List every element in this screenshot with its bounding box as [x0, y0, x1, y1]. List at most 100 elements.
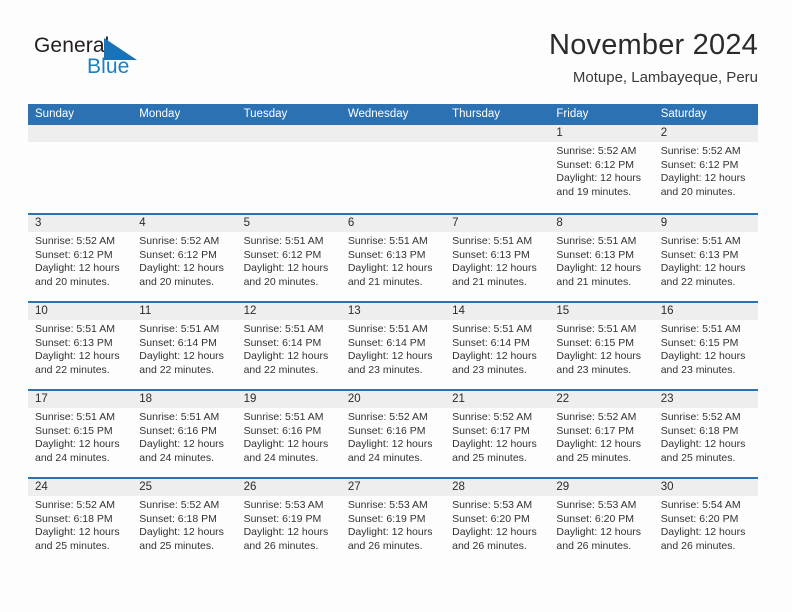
day-sun-info: Sunrise: 5:52 AM Sunset: 6:12 PM Daylight:…	[549, 142, 653, 199]
calendar-day-empty	[236, 125, 341, 213]
calendar-day-empty	[340, 125, 446, 213]
calendar-day-cell[interactable]: 9 Sunrise: 5:51 AM Sunset: 6:13 PM Daylight…	[653, 215, 758, 301]
calendar-day-cell[interactable]: 22 Sunrise: 5:52 AM Sunset: 6:17 PM Dayligh…	[549, 391, 654, 477]
calendar-day-cell[interactable]: 30 Sunrise: 5:54 AM Sunset: 6:20 PM Dayligh…	[653, 479, 758, 565]
day-number: 28	[445, 479, 550, 496]
day-number: 15	[549, 303, 654, 320]
sunset-text: Sunset: 6:14 PM	[139, 336, 217, 349]
day-sun-info: Sunrise: 5:52 AM Sunset: 6:12 PM Daylight:…	[654, 142, 758, 199]
day-number: 23	[653, 391, 758, 408]
calendar-day-cell[interactable]: 13 Sunrise: 5:51 AM Sunset: 6:14 PM Dayligh…	[340, 303, 446, 389]
daylight-text-line1: Daylight: 12 hours	[347, 262, 433, 275]
calendar-week-row: 10 Sunrise: 5:51 AM Sunset: 6:13 PM Dayligh…	[28, 301, 758, 389]
sunset-text: Sunset: 6:15 PM	[556, 336, 635, 349]
weekday-header-monday: Monday	[139, 108, 181, 120]
calendar-day-cell[interactable]: 23 Sunrise: 5:52 AM Sunset: 6:18 PM Dayligh…	[653, 391, 758, 477]
day-sun-info: Sunrise: 5:52 AM Sunset: 6:18 PM Daylight:…	[654, 408, 758, 465]
calendar-day-cell[interactable]: 19 Sunrise: 5:51 AM Sunset: 6:16 PM Dayligh…	[236, 391, 341, 477]
daylight-text-line1: Daylight: 12 hours	[243, 438, 329, 451]
calendar-day-cell[interactable]: 24 Sunrise: 5:52 AM Sunset: 6:18 PM Dayligh…	[28, 479, 133, 565]
calendar-day-empty	[445, 125, 550, 213]
calendar-day-empty	[28, 125, 133, 213]
sunset-text: Sunset: 6:12 PM	[243, 248, 322, 261]
day-number: 14	[445, 303, 550, 320]
calendar-day-cell[interactable]: 2 Sunrise: 5:52 AM Sunset: 6:12 PM Daylight…	[653, 125, 758, 213]
calendar-day-cell[interactable]: 27 Sunrise: 5:53 AM Sunset: 6:19 PM Dayligh…	[340, 479, 446, 565]
calendar-day-cell[interactable]: 25 Sunrise: 5:52 AM Sunset: 6:18 PM Dayligh…	[132, 479, 237, 565]
daylight-text-line2: and 20 minutes.	[139, 275, 214, 288]
sunrise-text: Sunrise: 5:51 AM	[139, 411, 220, 423]
calendar-day-cell[interactable]: 20 Sunrise: 5:52 AM Sunset: 6:16 PM Dayligh…	[340, 391, 446, 477]
day-sun-info: Sunrise: 5:53 AM Sunset: 6:19 PM Daylight:…	[341, 496, 445, 553]
day-sun-info: Sunrise: 5:52 AM Sunset: 6:18 PM Daylight:…	[132, 496, 236, 553]
calendar-day-cell[interactable]: 4 Sunrise: 5:52 AM Sunset: 6:12 PM Daylight…	[132, 215, 237, 301]
sunrise-text: Sunrise: 5:51 AM	[243, 411, 324, 423]
sunset-text: Sunset: 6:14 PM	[243, 336, 322, 349]
day-number: 2	[653, 125, 758, 142]
calendar-day-cell[interactable]: 1 Sunrise: 5:52 AM Sunset: 6:12 PM Daylight…	[549, 125, 654, 213]
day-number: 20	[340, 391, 446, 408]
day-sun-info: Sunrise: 5:51 AM Sunset: 6:14 PM Daylight:…	[341, 320, 445, 377]
sunset-text: Sunset: 6:16 PM	[347, 424, 426, 437]
day-sun-info: Sunrise: 5:51 AM Sunset: 6:14 PM Daylight:…	[132, 320, 236, 377]
daylight-text-line2: and 23 minutes.	[452, 363, 527, 376]
daylight-text-line1: Daylight: 12 hours	[660, 262, 746, 275]
calendar-day-cell[interactable]: 5 Sunrise: 5:51 AM Sunset: 6:12 PM Daylight…	[236, 215, 341, 301]
daylight-text-line1: Daylight: 12 hours	[452, 350, 537, 363]
daylight-text-line2: and 25 minutes.	[452, 451, 527, 464]
daylight-text-line2: and 26 minutes.	[452, 539, 527, 552]
daylight-text-line2: and 24 minutes.	[243, 451, 319, 464]
sunrise-text: Sunrise: 5:51 AM	[347, 323, 428, 335]
calendar-day-cell[interactable]: 26 Sunrise: 5:53 AM Sunset: 6:19 PM Dayligh…	[236, 479, 341, 565]
day-sun-info: Sunrise: 5:51 AM Sunset: 6:14 PM Daylight:…	[445, 320, 549, 377]
calendar-day-cell[interactable]: 18 Sunrise: 5:51 AM Sunset: 6:16 PM Dayligh…	[132, 391, 237, 477]
day-sun-info: Sunrise: 5:52 AM Sunset: 6:17 PM Daylight:…	[445, 408, 549, 465]
calendar-day-cell[interactable]: 3 Sunrise: 5:52 AM Sunset: 6:12 PM Daylight…	[28, 215, 133, 301]
weekday-header-tuesday: Tuesday	[243, 108, 288, 120]
page-title: November 2024	[549, 29, 758, 61]
day-sun-info: Sunrise: 5:52 AM Sunset: 6:12 PM Daylight:…	[28, 232, 132, 289]
daylight-text-line1: Daylight: 12 hours	[452, 438, 537, 451]
daylight-text-line1: Daylight: 12 hours	[660, 350, 746, 363]
calendar-day-cell[interactable]: 28 Sunrise: 5:53 AM Sunset: 6:20 PM Dayligh…	[445, 479, 550, 565]
sunrise-text: Sunrise: 5:52 AM	[35, 235, 115, 247]
sunset-text: Sunset: 6:12 PM	[660, 158, 739, 171]
calendar-day-cell[interactable]: 12 Sunrise: 5:51 AM Sunset: 6:14 PM Dayligh…	[236, 303, 341, 389]
calendar-day-cell[interactable]: 8 Sunrise: 5:51 AM Sunset: 6:13 PM Daylight…	[549, 215, 654, 301]
day-number: 27	[340, 479, 446, 496]
calendar-day-cell[interactable]: 11 Sunrise: 5:51 AM Sunset: 6:14 PM Dayligh…	[132, 303, 237, 389]
day-number: 24	[28, 479, 133, 496]
sunset-text: Sunset: 6:20 PM	[556, 512, 635, 525]
sunrise-text: Sunrise: 5:51 AM	[35, 411, 115, 423]
calendar-day-cell[interactable]: 7 Sunrise: 5:51 AM Sunset: 6:13 PM Daylight…	[445, 215, 550, 301]
calendar-day-cell[interactable]: 6 Sunrise: 5:51 AM Sunset: 6:13 PM Daylight…	[340, 215, 446, 301]
sunset-text: Sunset: 6:14 PM	[347, 336, 426, 349]
weekday-header-thursday: Thursday	[452, 108, 501, 120]
daylight-text-line2: and 22 minutes.	[139, 363, 214, 376]
daylight-text-line1: Daylight: 12 hours	[347, 438, 433, 451]
calendar-day-cell[interactable]: 17 Sunrise: 5:51 AM Sunset: 6:15 PM Dayligh…	[28, 391, 133, 477]
sunset-text: Sunset: 6:16 PM	[139, 424, 217, 437]
calendar-day-cell[interactable]: 16 Sunrise: 5:51 AM Sunset: 6:15 PM Dayligh…	[653, 303, 758, 389]
calendar-day-cell[interactable]: 29 Sunrise: 5:53 AM Sunset: 6:20 PM Dayligh…	[549, 479, 654, 565]
sunrise-text: Sunrise: 5:51 AM	[139, 323, 220, 335]
calendar-day-cell[interactable]: 14 Sunrise: 5:51 AM Sunset: 6:14 PM Dayligh…	[445, 303, 550, 389]
sunset-text: Sunset: 6:15 PM	[35, 424, 113, 437]
sunrise-text: Sunrise: 5:53 AM	[347, 499, 428, 511]
calendar-weeks: 1 Sunrise: 5:52 AM Sunset: 6:12 PM Daylight…	[28, 125, 758, 565]
day-sun-info: Sunrise: 5:51 AM Sunset: 6:16 PM Daylight:…	[237, 408, 341, 465]
calendar-day-cell[interactable]: 15 Sunrise: 5:51 AM Sunset: 6:15 PM Dayligh…	[549, 303, 654, 389]
general-blue-logo[interactable]: General Blue	[34, 34, 214, 90]
sunset-text: Sunset: 6:19 PM	[347, 512, 426, 525]
day-sun-info: Sunrise: 5:51 AM Sunset: 6:13 PM Daylight:…	[28, 320, 132, 377]
daylight-text-line1: Daylight: 12 hours	[243, 262, 329, 275]
daylight-text-line2: and 25 minutes.	[556, 451, 632, 464]
day-number: 6	[340, 215, 446, 232]
sunset-text: Sunset: 6:13 PM	[660, 248, 739, 261]
day-number: 9	[653, 215, 758, 232]
calendar-day-cell[interactable]: 10 Sunrise: 5:51 AM Sunset: 6:13 PM Dayligh…	[28, 303, 133, 389]
calendar-day-cell[interactable]: 21 Sunrise: 5:52 AM Sunset: 6:17 PM Dayligh…	[445, 391, 550, 477]
sunset-text: Sunset: 6:18 PM	[660, 424, 739, 437]
day-sun-info: Sunrise: 5:52 AM Sunset: 6:16 PM Daylight:…	[341, 408, 445, 465]
daylight-text-line2: and 24 minutes.	[35, 451, 110, 464]
